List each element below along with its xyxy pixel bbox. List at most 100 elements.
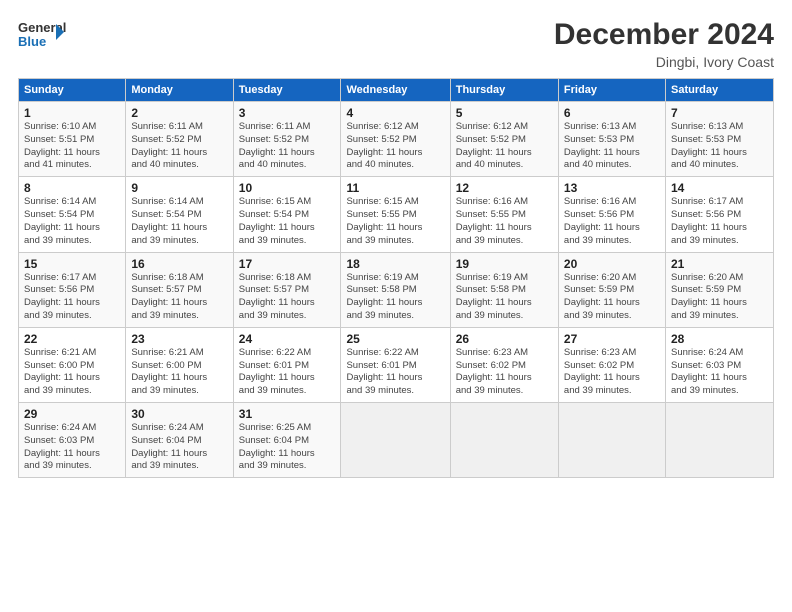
calendar-cell: 5Sunrise: 6:12 AM Sunset: 5:52 PM Daylig… xyxy=(450,102,558,177)
day-number: 19 xyxy=(456,257,553,271)
calendar-cell: 17Sunrise: 6:18 AM Sunset: 5:57 PM Dayli… xyxy=(233,252,341,327)
day-number: 10 xyxy=(239,181,336,195)
col-header-thursday: Thursday xyxy=(450,79,558,102)
day-info: Sunrise: 6:12 AM Sunset: 5:52 PM Dayligh… xyxy=(346,121,444,172)
day-info: Sunrise: 6:14 AM Sunset: 5:54 PM Dayligh… xyxy=(131,196,227,247)
day-number: 31 xyxy=(239,407,336,421)
day-number: 7 xyxy=(671,106,768,120)
col-header-sunday: Sunday xyxy=(19,79,126,102)
day-number: 14 xyxy=(671,181,768,195)
day-info: Sunrise: 6:24 AM Sunset: 6:03 PM Dayligh… xyxy=(24,422,120,473)
day-info: Sunrise: 6:13 AM Sunset: 5:53 PM Dayligh… xyxy=(671,121,768,172)
month-title: December 2024 xyxy=(554,18,774,52)
week-row-3: 15Sunrise: 6:17 AM Sunset: 5:56 PM Dayli… xyxy=(19,252,774,327)
week-row-1: 1Sunrise: 6:10 AM Sunset: 5:51 PM Daylig… xyxy=(19,102,774,177)
day-number: 23 xyxy=(131,332,227,346)
calendar-cell: 8Sunrise: 6:14 AM Sunset: 5:54 PM Daylig… xyxy=(19,177,126,252)
calendar-cell: 11Sunrise: 6:15 AM Sunset: 5:55 PM Dayli… xyxy=(341,177,450,252)
day-info: Sunrise: 6:18 AM Sunset: 5:57 PM Dayligh… xyxy=(239,272,336,323)
day-number: 21 xyxy=(671,257,768,271)
day-info: Sunrise: 6:24 AM Sunset: 6:03 PM Dayligh… xyxy=(671,347,768,398)
day-number: 17 xyxy=(239,257,336,271)
day-number: 1 xyxy=(24,106,120,120)
logo: GeneralBlue xyxy=(18,18,68,54)
day-number: 27 xyxy=(564,332,660,346)
day-info: Sunrise: 6:14 AM Sunset: 5:54 PM Dayligh… xyxy=(24,196,120,247)
col-header-saturday: Saturday xyxy=(665,79,773,102)
day-info: Sunrise: 6:11 AM Sunset: 5:52 PM Dayligh… xyxy=(131,121,227,172)
calendar-cell: 19Sunrise: 6:19 AM Sunset: 5:58 PM Dayli… xyxy=(450,252,558,327)
day-number: 15 xyxy=(24,257,120,271)
col-header-friday: Friday xyxy=(558,79,665,102)
week-row-5: 29Sunrise: 6:24 AM Sunset: 6:03 PM Dayli… xyxy=(19,403,774,478)
svg-text:Blue: Blue xyxy=(18,34,46,49)
calendar-cell: 9Sunrise: 6:14 AM Sunset: 5:54 PM Daylig… xyxy=(126,177,233,252)
day-info: Sunrise: 6:19 AM Sunset: 5:58 PM Dayligh… xyxy=(346,272,444,323)
calendar-cell: 24Sunrise: 6:22 AM Sunset: 6:01 PM Dayli… xyxy=(233,327,341,402)
day-number: 18 xyxy=(346,257,444,271)
calendar-table: SundayMondayTuesdayWednesdayThursdayFrid… xyxy=(18,78,774,478)
day-number: 8 xyxy=(24,181,120,195)
day-info: Sunrise: 6:16 AM Sunset: 5:55 PM Dayligh… xyxy=(456,196,553,247)
calendar-cell xyxy=(450,403,558,478)
calendar-cell: 10Sunrise: 6:15 AM Sunset: 5:54 PM Dayli… xyxy=(233,177,341,252)
day-info: Sunrise: 6:24 AM Sunset: 6:04 PM Dayligh… xyxy=(131,422,227,473)
day-info: Sunrise: 6:18 AM Sunset: 5:57 PM Dayligh… xyxy=(131,272,227,323)
calendar-cell: 16Sunrise: 6:18 AM Sunset: 5:57 PM Dayli… xyxy=(126,252,233,327)
day-number: 6 xyxy=(564,106,660,120)
day-info: Sunrise: 6:21 AM Sunset: 6:00 PM Dayligh… xyxy=(131,347,227,398)
week-row-4: 22Sunrise: 6:21 AM Sunset: 6:00 PM Dayli… xyxy=(19,327,774,402)
calendar-cell: 29Sunrise: 6:24 AM Sunset: 6:03 PM Dayli… xyxy=(19,403,126,478)
calendar-cell: 20Sunrise: 6:20 AM Sunset: 5:59 PM Dayli… xyxy=(558,252,665,327)
day-info: Sunrise: 6:11 AM Sunset: 5:52 PM Dayligh… xyxy=(239,121,336,172)
day-info: Sunrise: 6:12 AM Sunset: 5:52 PM Dayligh… xyxy=(456,121,553,172)
day-number: 20 xyxy=(564,257,660,271)
day-info: Sunrise: 6:15 AM Sunset: 5:55 PM Dayligh… xyxy=(346,196,444,247)
day-number: 12 xyxy=(456,181,553,195)
calendar-cell: 1Sunrise: 6:10 AM Sunset: 5:51 PM Daylig… xyxy=(19,102,126,177)
calendar-cell: 31Sunrise: 6:25 AM Sunset: 6:04 PM Dayli… xyxy=(233,403,341,478)
day-info: Sunrise: 6:10 AM Sunset: 5:51 PM Dayligh… xyxy=(24,121,120,172)
calendar-cell: 13Sunrise: 6:16 AM Sunset: 5:56 PM Dayli… xyxy=(558,177,665,252)
day-info: Sunrise: 6:21 AM Sunset: 6:00 PM Dayligh… xyxy=(24,347,120,398)
calendar-cell xyxy=(665,403,773,478)
calendar-cell: 12Sunrise: 6:16 AM Sunset: 5:55 PM Dayli… xyxy=(450,177,558,252)
day-number: 2 xyxy=(131,106,227,120)
col-header-monday: Monday xyxy=(126,79,233,102)
day-number: 28 xyxy=(671,332,768,346)
calendar-cell xyxy=(341,403,450,478)
calendar-cell: 26Sunrise: 6:23 AM Sunset: 6:02 PM Dayli… xyxy=(450,327,558,402)
calendar-cell xyxy=(558,403,665,478)
location: Dingbi, Ivory Coast xyxy=(554,54,774,70)
header: GeneralBlue December 2024 Dingbi, Ivory … xyxy=(18,18,774,70)
day-number: 11 xyxy=(346,181,444,195)
day-number: 13 xyxy=(564,181,660,195)
day-info: Sunrise: 6:20 AM Sunset: 5:59 PM Dayligh… xyxy=(671,272,768,323)
calendar-cell: 7Sunrise: 6:13 AM Sunset: 5:53 PM Daylig… xyxy=(665,102,773,177)
col-header-wednesday: Wednesday xyxy=(341,79,450,102)
day-number: 16 xyxy=(131,257,227,271)
page: GeneralBlue December 2024 Dingbi, Ivory … xyxy=(0,0,792,612)
day-number: 30 xyxy=(131,407,227,421)
col-header-tuesday: Tuesday xyxy=(233,79,341,102)
calendar-cell: 3Sunrise: 6:11 AM Sunset: 5:52 PM Daylig… xyxy=(233,102,341,177)
day-info: Sunrise: 6:23 AM Sunset: 6:02 PM Dayligh… xyxy=(456,347,553,398)
day-number: 29 xyxy=(24,407,120,421)
day-number: 9 xyxy=(131,181,227,195)
calendar-cell: 25Sunrise: 6:22 AM Sunset: 6:01 PM Dayli… xyxy=(341,327,450,402)
day-number: 5 xyxy=(456,106,553,120)
calendar-cell: 22Sunrise: 6:21 AM Sunset: 6:00 PM Dayli… xyxy=(19,327,126,402)
day-info: Sunrise: 6:16 AM Sunset: 5:56 PM Dayligh… xyxy=(564,196,660,247)
day-info: Sunrise: 6:20 AM Sunset: 5:59 PM Dayligh… xyxy=(564,272,660,323)
day-info: Sunrise: 6:15 AM Sunset: 5:54 PM Dayligh… xyxy=(239,196,336,247)
day-info: Sunrise: 6:13 AM Sunset: 5:53 PM Dayligh… xyxy=(564,121,660,172)
day-info: Sunrise: 6:22 AM Sunset: 6:01 PM Dayligh… xyxy=(346,347,444,398)
day-number: 3 xyxy=(239,106,336,120)
day-number: 24 xyxy=(239,332,336,346)
day-info: Sunrise: 6:22 AM Sunset: 6:01 PM Dayligh… xyxy=(239,347,336,398)
title-block: December 2024 Dingbi, Ivory Coast xyxy=(554,18,774,70)
day-info: Sunrise: 6:25 AM Sunset: 6:04 PM Dayligh… xyxy=(239,422,336,473)
calendar-cell: 23Sunrise: 6:21 AM Sunset: 6:00 PM Dayli… xyxy=(126,327,233,402)
calendar-cell: 15Sunrise: 6:17 AM Sunset: 5:56 PM Dayli… xyxy=(19,252,126,327)
calendar-cell: 18Sunrise: 6:19 AM Sunset: 5:58 PM Dayli… xyxy=(341,252,450,327)
